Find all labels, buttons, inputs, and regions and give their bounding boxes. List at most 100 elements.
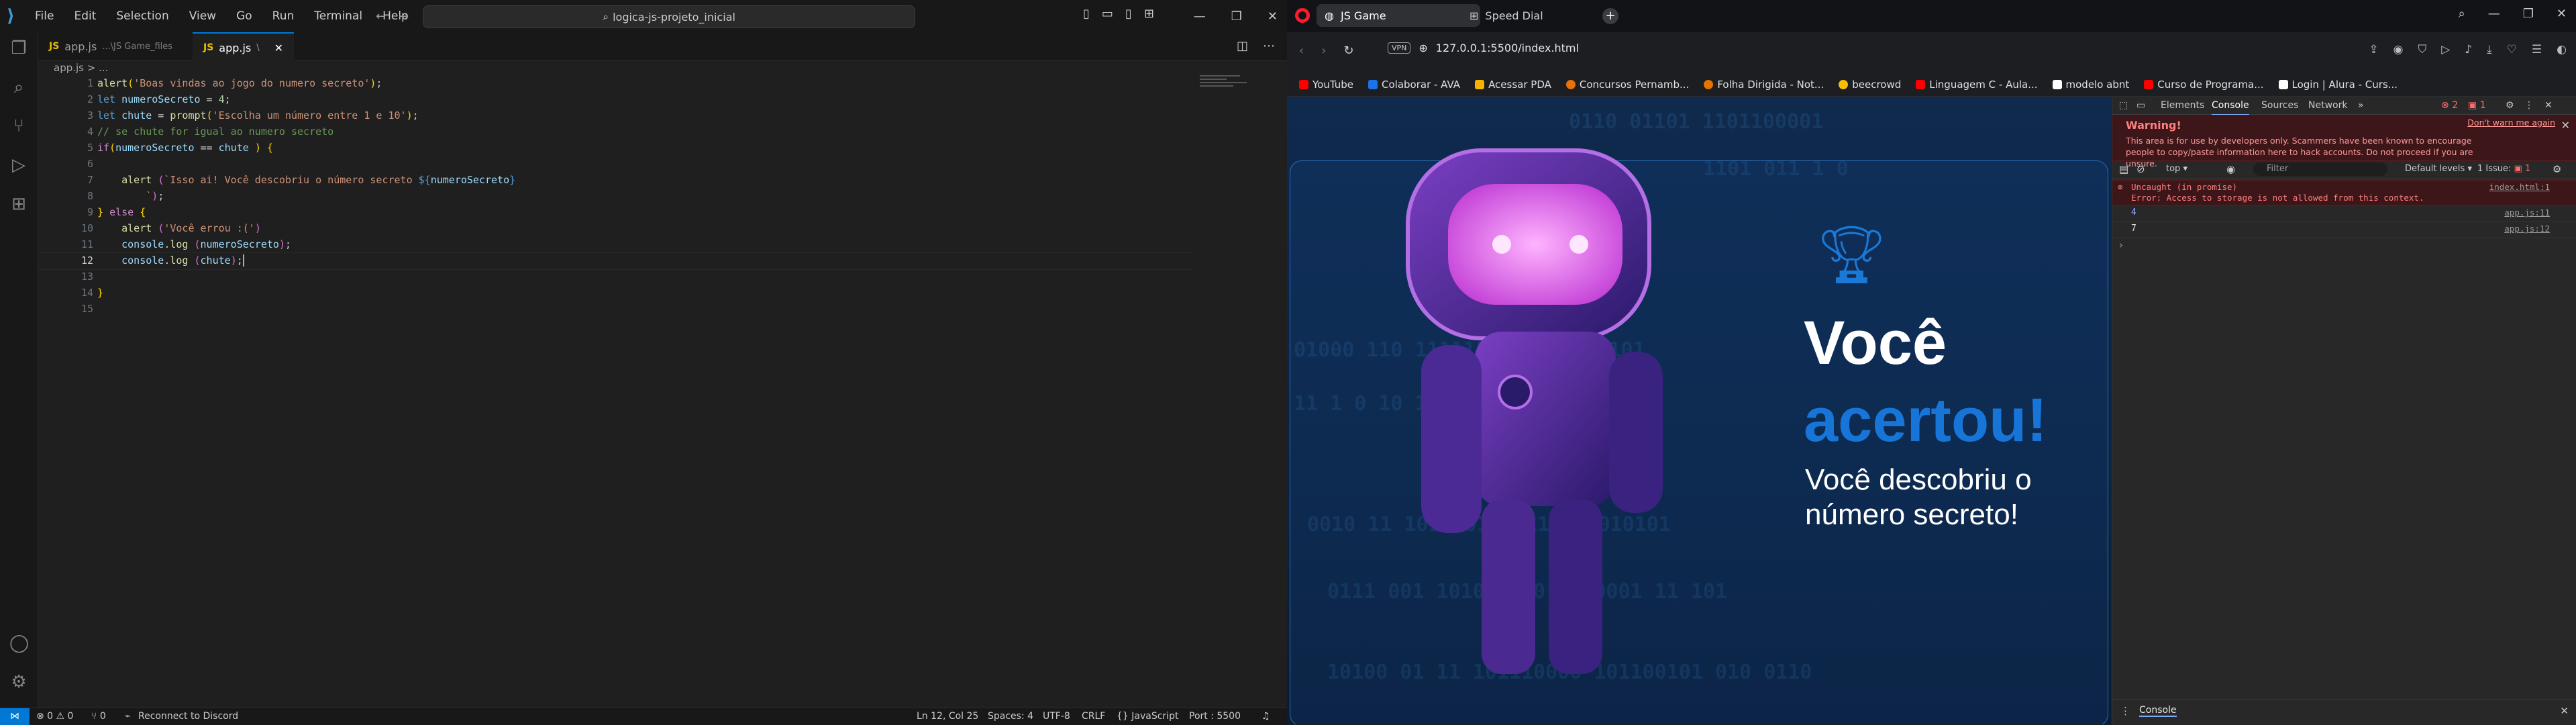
url-text[interactable]: 127.0.0.1:5500/index.html xyxy=(1436,42,1579,54)
drawer-tab-console[interactable]: Console xyxy=(2139,705,2177,717)
console-settings-icon[interactable]: ⚙ xyxy=(2553,163,2561,175)
tab-app-js-game-files[interactable]: JS app.js ...\JS Game_files xyxy=(38,32,183,60)
toggle-panel-icon[interactable]: ▭ xyxy=(1102,7,1113,21)
tab-network[interactable]: Network xyxy=(2308,97,2347,114)
easy-setup-icon[interactable]: ☰ xyxy=(2532,43,2542,56)
reload-icon[interactable]: ↻ xyxy=(1343,44,1353,58)
cursor-position[interactable]: Ln 12, Col 25 xyxy=(917,708,978,725)
warning-close-icon[interactable]: ✕ xyxy=(2561,119,2570,132)
restore-icon[interactable]: ❐ xyxy=(2523,7,2534,21)
bookmark-modelo-abnt[interactable]: modelo abnt xyxy=(2052,79,2129,91)
context-selector[interactable]: top ▾ xyxy=(2166,164,2187,174)
code-editor[interactable]: 1 alert('Boas vindas ao jogo do numero se… xyxy=(38,75,1206,693)
search-icon[interactable]: ⌕ xyxy=(9,78,28,97)
command-center[interactable]: ⌕ logica-js-projeto_inicial xyxy=(423,5,915,28)
bookmark-beecrowd[interactable]: beecrowd xyxy=(1839,79,1901,91)
explorer-icon[interactable]: ❐ xyxy=(9,39,28,58)
ports-indicator[interactable]: ⑂ 0 xyxy=(91,708,106,725)
customize-layout-icon[interactable]: ⊞ xyxy=(1144,7,1154,21)
devtools-settings-icon[interactable]: ⚙ xyxy=(2506,97,2514,114)
live-server-port[interactable]: Port : 5500 xyxy=(1189,708,1241,725)
bookmark-colaborar-ava[interactable]: Colaborar - AVA xyxy=(1368,79,1460,91)
menu-terminal[interactable]: Terminal xyxy=(314,9,362,23)
error-source-link[interactable]: index.html:1 xyxy=(2489,182,2550,192)
extensions-icon[interactable]: ⊞ xyxy=(9,195,28,213)
shield-icon[interactable]: ⛉ xyxy=(2418,43,2426,56)
cast-icon[interactable]: ▷ xyxy=(2441,43,2450,56)
source-control-icon[interactable]: ⑂ xyxy=(9,117,28,136)
download-icon[interactable]: ⤓ xyxy=(2487,43,2492,56)
error-counter[interactable]: ⊗ 2 xyxy=(2441,97,2458,114)
address-bar[interactable]: VPN ⊕ 127.0.0.1:5500/index.html xyxy=(1388,42,1579,54)
issue-counter[interactable]: ▣ 1 xyxy=(2468,97,2486,114)
sidebar-toggle-icon[interactable]: ▤ xyxy=(2119,163,2128,175)
tab-console[interactable]: Console xyxy=(2212,97,2249,115)
inspect-element-icon[interactable]: ⬚ xyxy=(2119,97,2128,114)
profile-icon[interactable]: ◐ xyxy=(2557,43,2567,56)
bookmark-acessar-pda[interactable]: Acessar PDA xyxy=(1475,79,1551,91)
tab-app-js-active[interactable]: JS app.js \ ✕ xyxy=(193,32,295,62)
console-filter-input[interactable]: Filter xyxy=(2253,162,2387,176)
log-levels-dropdown[interactable]: Default levels ▾ xyxy=(2405,164,2472,174)
vpn-badge[interactable]: VPN xyxy=(1388,42,1411,54)
new-tab-button[interactable]: + xyxy=(1602,8,1618,24)
end-of-line[interactable]: CRLF xyxy=(1082,708,1105,725)
bookmark-curso-programacao[interactable]: Curso de Programa... xyxy=(2144,79,2264,91)
log-source-link[interactable]: app.js:12 xyxy=(2504,224,2550,234)
minimize-icon[interactable]: — xyxy=(1194,9,1206,23)
close-icon[interactable]: ✕ xyxy=(1268,9,1278,23)
indentation[interactable]: Spaces: 4 xyxy=(988,708,1033,725)
remote-indicator-icon[interactable]: ⋈ xyxy=(0,708,30,725)
dont-warn-again-link[interactable]: Don't warn me again xyxy=(2467,117,2555,128)
heart-icon[interactable]: ♡ xyxy=(2507,43,2517,56)
breadcrumb[interactable]: app.js > ... xyxy=(54,62,108,74)
encoding[interactable]: UTF-8 xyxy=(1043,708,1070,725)
problems-indicator[interactable]: ⊗ 0 ⚠ 0 xyxy=(36,708,73,725)
drawer-menu-icon[interactable]: ⋮ xyxy=(2120,705,2130,717)
device-toolbar-icon[interactable]: ▭ xyxy=(2136,97,2145,114)
reconnect-discord[interactable]: Reconnect to Discord xyxy=(138,708,238,725)
toggle-secondary-sidebar-icon[interactable]: ▯ xyxy=(1125,7,1132,21)
bookmark-alura[interactable]: Login | Alura - Curs... xyxy=(2278,79,2398,91)
notifications-bell-icon[interactable]: ♫ xyxy=(1261,708,1270,725)
music-icon[interactable]: ♪ xyxy=(2465,43,2472,56)
menu-view[interactable]: View xyxy=(189,9,216,23)
run-debug-icon[interactable]: ▷ xyxy=(9,156,28,175)
console-prompt-icon[interactable]: › xyxy=(2119,239,2123,251)
restore-icon[interactable]: ❐ xyxy=(1231,9,1242,23)
bookmark-youtube[interactable]: YouTube xyxy=(1299,79,1353,91)
live-expression-eye-icon[interactable]: ◉ xyxy=(2226,163,2235,175)
menu-run[interactable]: Run xyxy=(272,9,295,23)
tab-elements[interactable]: Elements xyxy=(2161,97,2204,114)
devtools-close-icon[interactable]: ✕ xyxy=(2544,97,2553,114)
bookmark-folha-dirigida[interactable]: Folha Dirigida - Not... xyxy=(1704,79,1824,91)
close-icon[interactable]: ✕ xyxy=(2557,7,2567,21)
toggle-sidebar-icon[interactable]: ▯ xyxy=(1083,7,1090,21)
more-tabs-icon[interactable]: » xyxy=(2358,97,2364,114)
back-icon[interactable]: ‹ xyxy=(1299,44,1304,58)
browser-tab-speed-dial[interactable]: ⊞ Speed Dial xyxy=(1461,4,1612,27)
minimap[interactable] xyxy=(1200,75,1253,95)
menu-selection[interactable]: Selection xyxy=(116,9,168,23)
menu-edit[interactable]: Edit xyxy=(74,9,96,23)
site-info-icon[interactable]: ⊕ xyxy=(1419,42,1427,54)
split-editor-icon[interactable]: ◫ xyxy=(1237,39,1248,53)
tab-close-icon[interactable]: ✕ xyxy=(274,42,283,54)
camera-icon[interactable]: ◉ xyxy=(2393,43,2404,56)
share-icon[interactable]: ⇪ xyxy=(2369,43,2378,56)
bookmark-linguagem-c[interactable]: Linguagem C - Aula... xyxy=(1916,79,2038,91)
forward-arrow-icon[interactable]: → xyxy=(399,9,409,23)
more-actions-icon[interactable]: ⋯ xyxy=(1263,39,1275,53)
language-mode[interactable]: {} JavaScript xyxy=(1117,708,1178,725)
menu-file[interactable]: File xyxy=(35,9,54,23)
drawer-close-icon[interactable]: ✕ xyxy=(2560,705,2569,717)
bookmark-concursos[interactable]: Concursos Pernamb... xyxy=(1565,79,1689,91)
log-source-link[interactable]: app.js:11 xyxy=(2504,207,2550,218)
devtools-menu-icon[interactable]: ⋮ xyxy=(2524,97,2534,114)
settings-gear-icon[interactable]: ⚙ xyxy=(9,673,28,691)
tab-sources[interactable]: Sources xyxy=(2261,97,2298,114)
browser-tab-js-game[interactable]: ◍ JS Game xyxy=(1317,4,1480,27)
forward-icon[interactable]: › xyxy=(1321,44,1326,58)
account-icon[interactable]: ◯ xyxy=(9,634,29,652)
menu-go[interactable]: Go xyxy=(236,9,252,23)
